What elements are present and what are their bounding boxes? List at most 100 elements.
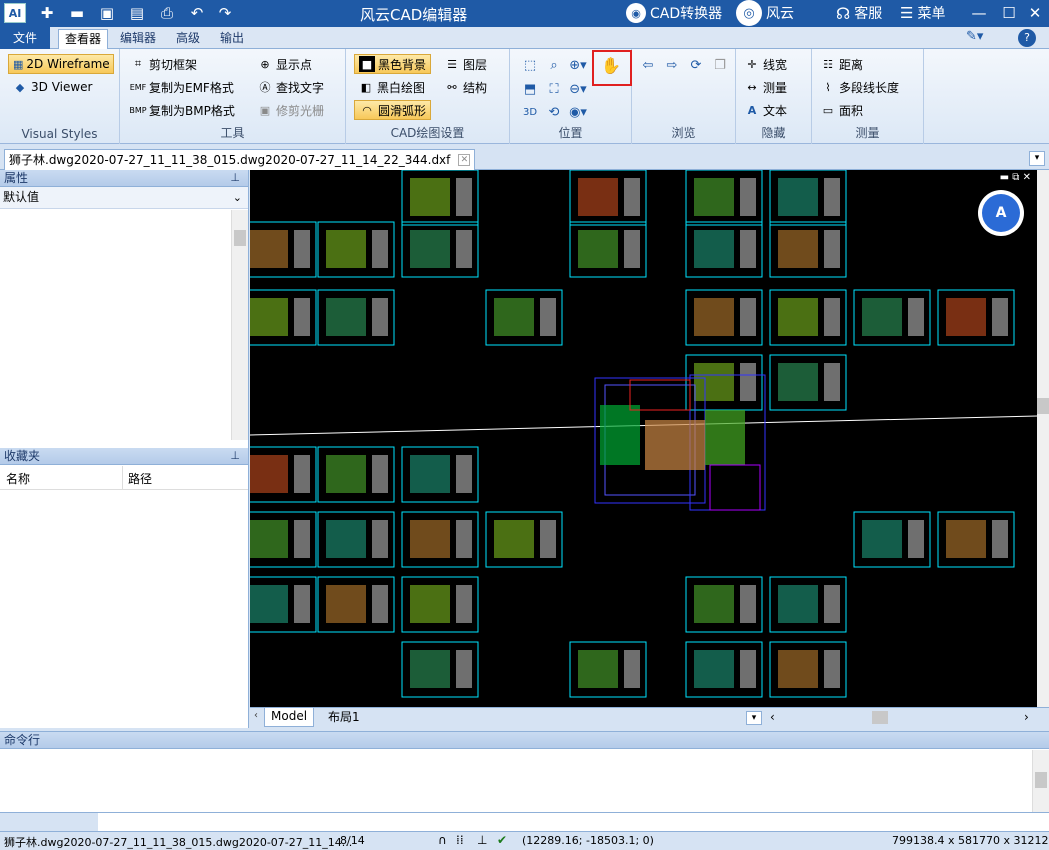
help-icon[interactable]: ?	[1018, 29, 1036, 47]
rotate-3d-icon[interactable]: 3D	[520, 102, 540, 122]
print-icon[interactable]: ⎙	[156, 3, 178, 23]
forward-arrow-icon[interactable]: ⇨	[662, 55, 682, 75]
clip-frame-button[interactable]: ⌗ 剪切框架	[130, 54, 197, 74]
service-button[interactable]: ☊ 客服	[836, 3, 882, 23]
copy-view-icon[interactable]: ❐	[710, 55, 730, 75]
canvas-window-controls[interactable]: ▬ ⧉ ✕	[1000, 172, 1031, 183]
canvas-vertical-scrollbar[interactable]	[1037, 170, 1049, 707]
document-tab[interactable]: 狮子林.dwg2020-07-27_11_11_38_015.dwg2020-0…	[4, 149, 476, 170]
area-button[interactable]: ▭ 面积	[820, 100, 863, 120]
back-arrow-icon[interactable]: ⇦	[638, 55, 658, 75]
trim-raster-button[interactable]: ▣ 修剪光栅	[257, 100, 324, 120]
scroll-thumb[interactable]	[1035, 772, 1047, 788]
scroll-right-icon[interactable]: ›	[1024, 710, 1029, 724]
cad-sheet-title-block	[372, 230, 388, 268]
tab-file[interactable]: 文件	[0, 27, 50, 49]
cad-canvas[interactable]: ▬ ⧉ ✕ A	[250, 170, 1037, 707]
column-divider	[122, 466, 123, 490]
cad-sheet-title-block	[624, 230, 640, 268]
pin-icon[interactable]: ⊥	[230, 448, 240, 464]
tab-editor[interactable]: 编辑器	[114, 29, 162, 49]
tab-list-icon[interactable]: ▾	[1029, 151, 1045, 166]
linewidth-button[interactable]: ✛ 线宽	[744, 54, 787, 74]
zoom-out-icon[interactable]: ⊖▾	[568, 79, 588, 99]
refresh-view-icon[interactable]: ⟳	[686, 55, 706, 75]
save-as-icon[interactable]: ▤	[126, 3, 148, 23]
maximize-button[interactable]: ☐	[996, 2, 1022, 24]
cad-converter-button[interactable]: ◉ CAD转换器	[626, 3, 722, 23]
scroll-thumb[interactable]	[1037, 398, 1049, 414]
black-background-button[interactable]: ■ 黑色背景	[354, 54, 432, 74]
cad-sheet-title-block	[294, 520, 310, 558]
menu-button[interactable]: ☰ 菜单	[900, 3, 945, 23]
translate-float-button[interactable]: A	[978, 190, 1024, 236]
cad-sheet-content	[250, 585, 288, 623]
properties-scrollbar[interactable]	[231, 210, 248, 440]
minimize-button[interactable]: —	[966, 2, 992, 24]
show-points-button[interactable]: ⊕ 显示点	[257, 54, 312, 74]
smooth-arc-button[interactable]: ◠ 圆滑弧形	[354, 100, 432, 120]
copy-emf-button[interactable]: EMF 复制为EMF格式	[130, 77, 234, 97]
column-name[interactable]: 名称	[6, 470, 30, 487]
fit-extents-icon[interactable]: ⬒	[520, 79, 540, 99]
grid-icon[interactable]: ⁞⁞	[456, 833, 464, 847]
title-bar: AI ✚ ▬ ▣ ▤ ⎙ ↶ ↷ 风云CAD编辑器 ◉ CAD转换器 ◎ 风云 ☊ 客…	[0, 0, 1049, 27]
zoom-in-icon[interactable]: ⊕▾	[568, 55, 588, 75]
ortho-icon[interactable]: ⊥	[477, 833, 487, 847]
new-file-icon[interactable]: ✚	[36, 3, 58, 23]
redo-icon[interactable]: ↷	[214, 3, 236, 23]
tab-output[interactable]: 输出	[214, 29, 250, 49]
check-icon[interactable]: ✔	[497, 833, 507, 847]
snap-magnet-icon[interactable]: ∩	[438, 833, 447, 847]
cad-sheet-title-block	[992, 298, 1008, 336]
command-input[interactable]	[98, 812, 1049, 831]
open-folder-icon[interactable]: ▬	[66, 3, 88, 23]
zoom-extents-icon[interactable]: ⛶	[544, 79, 564, 99]
viewer-3d-button[interactable]: ◆ 3D Viewer	[12, 77, 93, 97]
column-path[interactable]: 路径	[128, 470, 152, 487]
properties-combo[interactable]: 默认值 ⌄	[0, 187, 248, 209]
polyline-length-button[interactable]: ⌇ 多段线长度	[820, 77, 899, 97]
text-toggle-button[interactable]: A 文本	[744, 100, 787, 120]
menu-icon: ☰	[900, 4, 914, 22]
status-bar: 狮子林.dwg2020-07-27_11_11_38_015.dwg2020-0…	[0, 831, 1049, 849]
emf-icon: EMF	[129, 82, 147, 92]
status-page: 8/14	[340, 834, 365, 847]
fengyun-button[interactable]: ◎ 风云	[736, 0, 794, 26]
copy-bmp-button[interactable]: BMP 复制为BMP格式	[129, 100, 234, 120]
cad-sheet-title-block	[740, 363, 756, 401]
measure-toggle-button[interactable]: ↔ 测量	[744, 77, 787, 97]
converter-icon: ◉	[626, 3, 646, 23]
cad-sheet-content	[326, 520, 366, 558]
distance-button[interactable]: ☷ 距离	[820, 54, 863, 74]
zoom-window-icon[interactable]: ⬚	[520, 55, 540, 75]
close-button[interactable]: ✕	[1022, 2, 1048, 24]
bw-draw-button[interactable]: ◧ 黑白绘图	[358, 77, 425, 97]
pin-icon[interactable]: ⊥	[230, 170, 240, 186]
tab-advanced[interactable]: 高级	[170, 29, 206, 49]
cad-sheet-title-block	[456, 520, 472, 558]
horizontal-scroll-thumb[interactable]	[872, 711, 888, 724]
chevron-left-icon[interactable]: ‹	[254, 710, 258, 721]
zoom-area-icon[interactable]: ⌕	[544, 55, 564, 75]
find-text-button[interactable]: Ⓐ 查找文字	[257, 77, 325, 97]
orbit-icon[interactable]: ⟲	[544, 102, 564, 122]
document-tab-bar: 狮子林.dwg2020-07-27_11_11_38_015.dwg2020-0…	[0, 148, 1049, 170]
tab-layout1[interactable]: 布局1	[322, 708, 366, 727]
tab-viewer[interactable]: 查看器	[58, 29, 109, 49]
app-logo-icon[interactable]: AI	[4, 3, 26, 23]
style-icon[interactable]: ✎▾	[966, 29, 983, 44]
layers-button[interactable]: ☰ 图层	[444, 54, 487, 74]
structure-button[interactable]: ⚯ 结构	[444, 77, 487, 97]
command-scrollbar[interactable]	[1032, 750, 1049, 812]
wireframe-2d-button[interactable]: ▦ 2D Wireframe	[8, 54, 114, 74]
cad-sheet-title-block	[372, 585, 388, 623]
undo-icon[interactable]: ↶	[186, 3, 208, 23]
tab-model[interactable]: Model	[264, 708, 315, 727]
scroll-left-icon[interactable]: ‹	[770, 710, 775, 724]
close-tab-icon[interactable]: ✕	[458, 154, 471, 166]
layout-list-icon[interactable]: ▾	[746, 711, 762, 725]
save-icon[interactable]: ▣	[96, 3, 118, 23]
scroll-thumb[interactable]	[234, 230, 246, 246]
view-options-icon[interactable]: ◉▾	[568, 102, 588, 122]
